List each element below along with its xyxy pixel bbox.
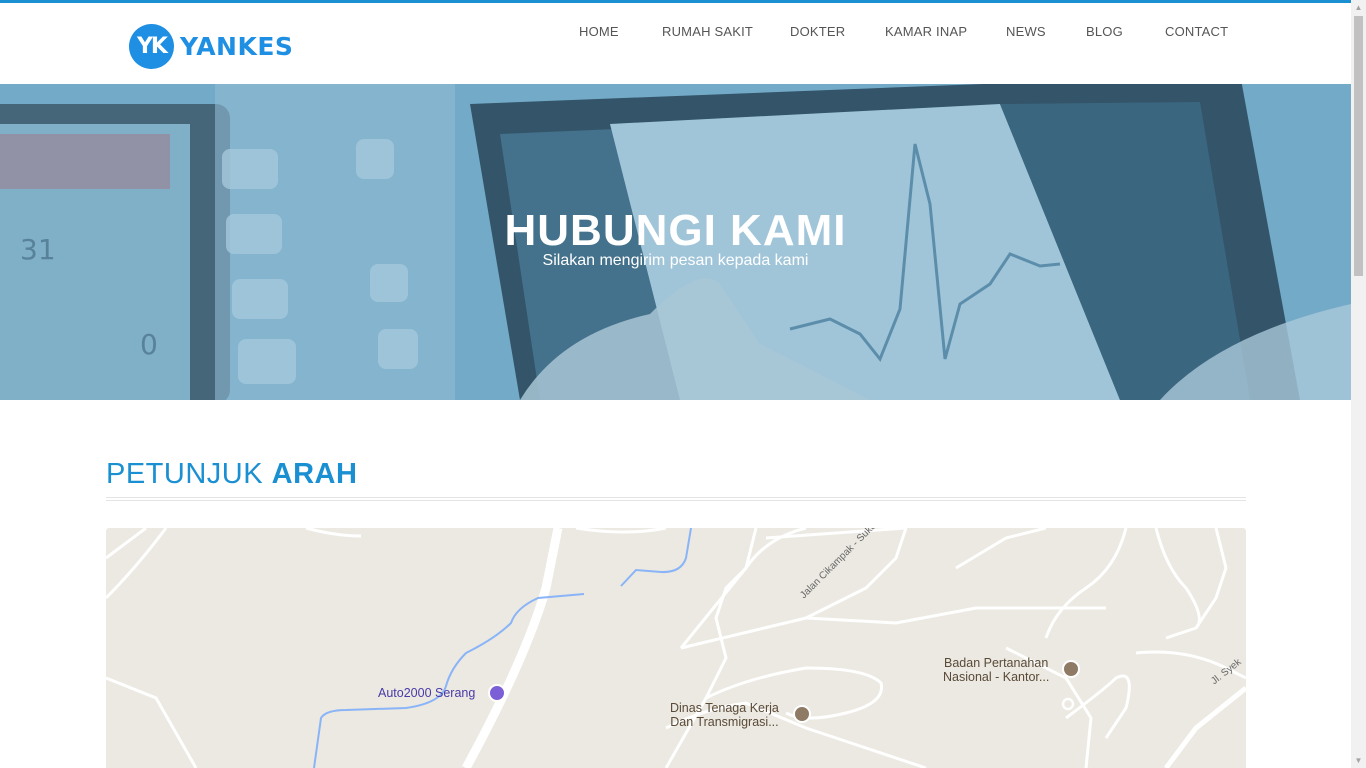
section-divider — [106, 497, 1246, 501]
main-nav: HOME RUMAH SAKIT DOKTER KAMAR INAP NEWS … — [0, 24, 1351, 44]
place-label-disnaker-line2: Dan Transmigrasi... — [670, 715, 779, 729]
page-scrollbar[interactable]: ▲ ▼ — [1351, 0, 1366, 768]
section-title-bold: ARAH — [271, 458, 358, 490]
navbar: YK YANKES HOME RUMAH SAKIT DOKTER KAMAR … — [0, 3, 1351, 84]
place-label-disnaker[interactable]: Dinas Tenaga Kerja Dan Transmigrasi... — [670, 701, 779, 729]
nav-home[interactable]: HOME — [579, 24, 619, 39]
place-label-auto2000[interactable]: Auto2000 Serang — [378, 686, 475, 700]
scroll-up-arrow-icon[interactable]: ▲ — [1351, 0, 1366, 15]
scroll-thumb[interactable] — [1354, 16, 1363, 276]
place-label-disnaker-line1: Dinas Tenaga Kerja — [670, 701, 779, 715]
government-building-icon[interactable] — [1062, 660, 1080, 678]
nav-kamar-inap[interactable]: KAMAR INAP — [885, 24, 967, 39]
nav-rumah-sakit[interactable]: RUMAH SAKIT — [662, 24, 753, 39]
nav-blog[interactable]: BLOG — [1086, 24, 1123, 39]
place-label-bpn-line1: Badan Pertanahan — [944, 656, 1049, 670]
shopping-bag-icon[interactable] — [488, 684, 506, 702]
section-title-directions: PETUNJUK ARAH — [106, 458, 357, 491]
hero-banner: 31 0 HUBUNGI KAMI Silakan mengirim pesan — [0, 84, 1351, 400]
government-building-icon[interactable] — [793, 705, 811, 723]
scroll-down-arrow-icon[interactable]: ▼ — [1351, 753, 1366, 768]
nav-contact[interactable]: CONTACT — [1165, 24, 1228, 39]
place-label-bpn[interactable]: Badan Pertanahan Nasional - Kantor... — [943, 656, 1049, 684]
nav-dokter[interactable]: DOKTER — [790, 24, 845, 39]
embedded-map[interactable]: Jalan Cikampak - Sukajaya Jl. Syek Auto2… — [106, 528, 1246, 768]
place-label-bpn-line2: Nasional - Kantor... — [943, 670, 1050, 684]
nav-news[interactable]: NEWS — [1006, 24, 1046, 39]
hero-subtitle: Silakan mengirim pesan kepada kami — [542, 252, 809, 269]
hero-title: HUBUNGI KAMI — [504, 206, 847, 255]
page: YK YANKES HOME RUMAH SAKIT DOKTER KAMAR … — [0, 0, 1366, 768]
section-title-light: PETUNJUK — [106, 458, 264, 490]
map-roads — [106, 528, 1246, 768]
